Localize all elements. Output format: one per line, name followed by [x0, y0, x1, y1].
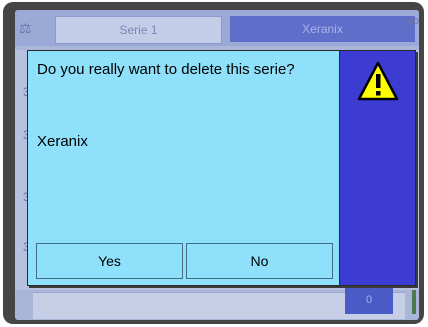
serie-name: Xeranix: [37, 133, 88, 150]
screen: ⚖ Serie 1 Xeranix tup 3 3 3 3 0 Do you r…: [15, 10, 419, 320]
tab-xeranix: Xeranix: [230, 16, 415, 42]
tab-label: Serie 1: [119, 23, 158, 37]
bottom-button-label: 0: [365, 294, 373, 306]
device-bezel: ⚖ Serie 1 Xeranix tup 3 3 3 3 0 Do you r…: [3, 2, 424, 324]
yes-button[interactable]: Yes: [36, 243, 183, 279]
tab-serie-1: Serie 1: [55, 16, 222, 44]
edge-text: tup: [405, 16, 419, 27]
dialog-message: Do you really want to delete this serie?: [37, 61, 295, 78]
background-bottom-button: 0: [345, 286, 393, 314]
delete-confirm-dialog: Do you really want to delete this serie?…: [27, 50, 416, 286]
warning-icon: [357, 61, 399, 101]
dialog-body: Do you really want to delete this serie?…: [27, 50, 340, 286]
background-tab-bar: ⚖ Serie 1 Xeranix tup: [15, 10, 419, 46]
scale-icon: ⚖: [19, 20, 32, 36]
tab-label: Xeranix: [302, 22, 343, 36]
background-right-bar: [412, 290, 416, 314]
no-button[interactable]: No: [186, 243, 333, 279]
dialog-icon-panel: [340, 50, 416, 286]
